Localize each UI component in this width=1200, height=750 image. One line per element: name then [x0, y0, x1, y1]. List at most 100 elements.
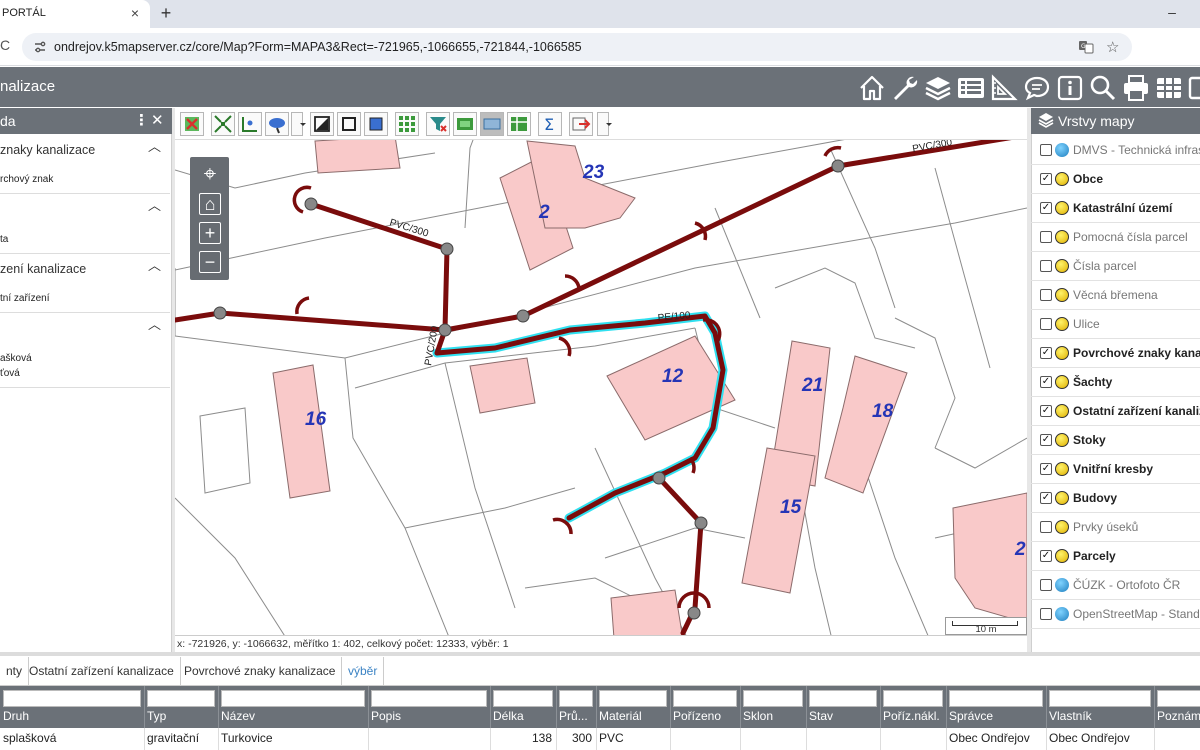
column-header[interactable]: Správce [949, 709, 993, 723]
wrench-icon[interactable] [890, 73, 920, 103]
kebab-menu-icon[interactable]: ⋮ [134, 111, 149, 129]
column-separator[interactable] [596, 686, 597, 728]
chevron-down-icon[interactable] [597, 112, 612, 136]
column-filter-input[interactable] [371, 690, 487, 707]
layer-checkbox[interactable]: ✓ [1040, 347, 1052, 359]
layer-checkbox[interactable] [1040, 260, 1052, 272]
zoom-out-button[interactable]: − [199, 251, 221, 273]
clear-selection-button[interactable] [180, 112, 204, 136]
table-cell[interactable]: Obec Ondřejov [1049, 731, 1130, 745]
layer-checkbox[interactable]: ✓ [1040, 434, 1052, 446]
chat-icon[interactable] [1022, 73, 1052, 103]
layer-checkbox[interactable]: ✓ [1040, 550, 1052, 562]
info-icon[interactable] [1055, 73, 1085, 103]
zoom-in-button[interactable]: + [199, 222, 221, 244]
reload-icon[interactable]: C [0, 37, 14, 57]
layer-checkbox[interactable] [1040, 289, 1052, 301]
site-settings-icon[interactable] [33, 40, 47, 54]
search-icon[interactable] [1088, 73, 1118, 103]
translate-icon[interactable]: G [1078, 39, 1094, 55]
column-header[interactable]: Poříz.nákl. [883, 709, 940, 723]
selected-layer-button[interactable] [480, 112, 504, 136]
layer-checkbox[interactable]: ✓ [1040, 376, 1052, 388]
layer-checkbox[interactable] [1040, 579, 1052, 591]
print-icon[interactable] [1121, 73, 1151, 103]
column-filter-input[interactable] [221, 690, 365, 707]
column-separator[interactable] [144, 686, 145, 728]
column-filter-input[interactable] [743, 690, 803, 707]
rectangle-select-button[interactable] [337, 112, 361, 136]
table-cell[interactable]: gravitační [147, 731, 199, 745]
layer-checkbox[interactable]: ✓ [1040, 405, 1052, 417]
layer-checkbox[interactable] [1040, 231, 1052, 243]
table-grid-button[interactable] [395, 112, 419, 136]
column-header[interactable]: Stav [809, 709, 833, 723]
column-filter-input[interactable] [673, 690, 737, 707]
column-header[interactable]: Typ [147, 709, 166, 723]
column-header[interactable]: Druh [3, 709, 29, 723]
column-separator[interactable] [946, 686, 947, 728]
table-cell[interactable]: Obec Ondřejov [949, 731, 1030, 745]
legend-section-title[interactable]: znaky kanalizace [0, 143, 168, 157]
table-cell[interactable]: PVC [599, 731, 624, 745]
layer-checkbox[interactable]: ✓ [1040, 463, 1052, 475]
map-canvas[interactable]: 23 2 12 21 18 16 15 2 PVC/300 PVC/300 PV… [175, 108, 1027, 652]
filter-button[interactable] [426, 112, 450, 136]
column-separator[interactable] [740, 686, 741, 728]
column-filter-input[interactable] [883, 690, 943, 707]
column-separator[interactable] [556, 686, 557, 728]
tab-close-icon[interactable]: × [126, 4, 144, 22]
draw-shape-button[interactable] [310, 112, 334, 136]
column-separator[interactable] [670, 686, 671, 728]
column-separator[interactable] [490, 686, 491, 728]
chevron-up-icon[interactable]: ︿ [148, 136, 161, 155]
column-header[interactable]: Poznám [1157, 709, 1200, 723]
column-header[interactable]: Prů... [559, 709, 588, 723]
locate-icon[interactable]: ⌖ [199, 163, 221, 186]
column-header[interactable]: Sklon [743, 709, 773, 723]
home-icon[interactable] [857, 73, 887, 103]
column-separator[interactable] [368, 686, 369, 728]
layer-checkbox[interactable] [1040, 521, 1052, 533]
chevron-down-icon[interactable] [291, 112, 306, 136]
column-filter-input[interactable] [1157, 690, 1200, 707]
table-cell[interactable]: 138 [490, 731, 552, 745]
layer-checkbox[interactable] [1040, 144, 1052, 156]
column-filter-input[interactable] [3, 690, 141, 707]
attribute-table-button[interactable] [507, 112, 531, 136]
export-selection-button[interactable] [569, 112, 593, 136]
tab-vyber[interactable]: výběr [342, 657, 385, 686]
column-separator[interactable] [806, 686, 807, 728]
new-tab-button[interactable]: + [156, 3, 176, 23]
column-separator[interactable] [880, 686, 881, 728]
column-separator[interactable] [218, 686, 219, 728]
chevron-up-icon[interactable]: ︿ [148, 195, 161, 214]
minimize-button[interactable]: – [1162, 4, 1182, 22]
column-header[interactable]: Pořízeno [673, 709, 721, 723]
chevron-up-icon[interactable]: ︿ [148, 255, 161, 274]
column-separator[interactable] [1046, 686, 1047, 728]
column-filter-input[interactable] [147, 690, 215, 707]
layers-icon[interactable] [923, 73, 953, 103]
sum-button[interactable]: Σ [538, 112, 562, 136]
column-header[interactable]: Název [221, 709, 255, 723]
column-filter-input[interactable] [1049, 690, 1151, 707]
map-sheet-button[interactable] [453, 112, 477, 136]
zoom-extent-button[interactable] [211, 112, 235, 136]
grid-icon[interactable] [1154, 73, 1184, 103]
tab-ostatni-zarizeni[interactable]: Ostatní zařízení kanalizace [23, 657, 181, 686]
bookmark-star-icon[interactable]: ☆ [1106, 38, 1122, 56]
column-separator[interactable] [1154, 686, 1155, 728]
column-header[interactable]: Vlastník [1049, 709, 1092, 723]
select-by-polygon-button[interactable] [265, 112, 289, 136]
column-filter-input[interactable] [949, 690, 1043, 707]
column-header[interactable]: Délka [493, 709, 524, 723]
table-cell[interactable]: Turkovice [221, 731, 273, 745]
select-by-point-button[interactable] [238, 112, 262, 136]
layer-checkbox[interactable] [1040, 608, 1052, 620]
column-filter-input[interactable] [599, 690, 667, 707]
column-filter-input[interactable] [493, 690, 553, 707]
object-select-button[interactable] [364, 112, 388, 136]
table-cell[interactable]: 300 [556, 731, 592, 745]
layer-checkbox[interactable]: ✓ [1040, 202, 1052, 214]
